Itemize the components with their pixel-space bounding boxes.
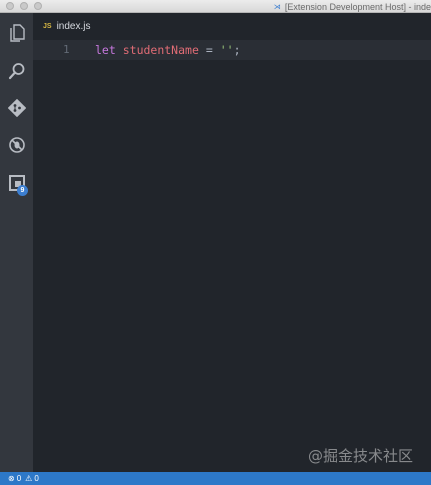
activity-explorer[interactable] xyxy=(0,18,33,48)
tab-label: index.js xyxy=(56,21,91,32)
vscode-icon: ⋊ xyxy=(273,2,281,11)
error-count: 0 xyxy=(16,474,22,483)
identifier-token: studentName xyxy=(122,43,199,57)
warning-count: 0 xyxy=(34,474,39,483)
status-bar: ⊗ 0 ⚠ 0 xyxy=(0,472,431,485)
error-icon: ⊗ xyxy=(8,474,15,483)
activity-search[interactable] xyxy=(0,56,33,86)
window-title-area: ⋊ [Extension Development Host] - inde xyxy=(274,0,431,13)
string-token: '' xyxy=(219,43,234,57)
debug-icon xyxy=(8,136,26,154)
activity-source-control[interactable] xyxy=(0,93,33,123)
activity-extensions[interactable]: 9 xyxy=(0,168,33,198)
semicolon-token: ; xyxy=(233,43,241,57)
files-icon xyxy=(9,24,25,42)
watermark: @掘金技术社区 xyxy=(307,447,413,465)
operator-token: = xyxy=(205,43,213,57)
close-window-button[interactable] xyxy=(6,2,14,10)
extensions-badge: 9 xyxy=(17,185,28,196)
code-editor[interactable]: 1 let studentName = ''; @掘金技术社区 xyxy=(33,40,431,472)
search-icon xyxy=(8,62,26,80)
tab-index-js[interactable]: JS index.js xyxy=(43,13,90,40)
minimize-window-button[interactable] xyxy=(20,2,28,10)
line-number: 1 xyxy=(63,43,70,56)
js-file-icon: JS xyxy=(43,23,52,30)
keyword-token: let xyxy=(95,43,116,57)
source-control-icon xyxy=(7,99,26,117)
activity-bar: 9 xyxy=(0,13,33,472)
activity-debug[interactable] xyxy=(0,130,33,160)
title-bar: ⋊ [Extension Development Host] - inde xyxy=(0,0,431,13)
problems-indicator[interactable]: ⊗ 0 xyxy=(8,474,21,483)
tab-strip: JS index.js xyxy=(33,13,431,40)
window-title: [Extension Development Host] - inde xyxy=(284,1,431,12)
warning-icon: ⚠ xyxy=(25,474,33,483)
zoom-window-button[interactable] xyxy=(34,2,42,10)
warnings-indicator[interactable]: ⚠ 0 xyxy=(25,474,39,483)
code-line[interactable]: let studentName = ''; xyxy=(95,40,241,60)
